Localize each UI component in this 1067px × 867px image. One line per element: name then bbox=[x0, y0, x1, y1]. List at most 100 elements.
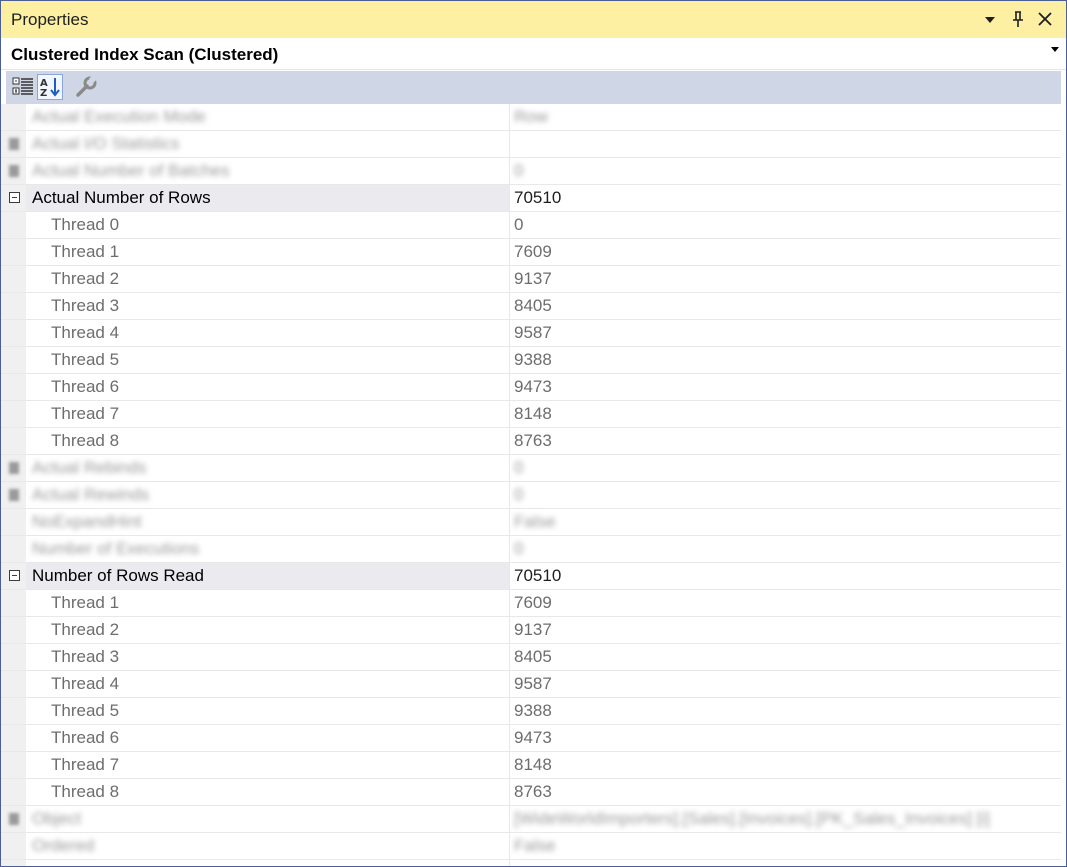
property-subrow[interactable]: Thread 6 9473 bbox=[1, 374, 1061, 401]
property-value-cell[interactable]: 9388 bbox=[511, 698, 1061, 724]
property-subrow[interactable]: Thread 6 9473 bbox=[1, 725, 1061, 752]
property-name-cell[interactable]: Number of Executions bbox=[26, 536, 509, 562]
property-value-cell[interactable]: 70510 bbox=[511, 185, 1061, 211]
collapse-icon[interactable] bbox=[9, 570, 20, 581]
object-selector-dropdown-icon[interactable] bbox=[1050, 44, 1060, 57]
property-row[interactable]: Actual Execution Mode Row bbox=[1, 104, 1061, 131]
property-name-cell[interactable]: Thread 3 bbox=[26, 293, 509, 319]
property-value-cell[interactable]: 9473 bbox=[511, 374, 1061, 400]
property-value-cell[interactable]: 9587 bbox=[511, 320, 1061, 346]
property-value-cell[interactable]: 0 bbox=[511, 158, 1061, 184]
expand-icon[interactable] bbox=[9, 138, 19, 150]
property-name-cell[interactable]: Actual Number of Rows bbox=[26, 185, 509, 211]
alphabetical-button[interactable]: A Z bbox=[37, 74, 63, 100]
property-value-cell[interactable]: 70510 bbox=[511, 563, 1061, 589]
property-name-cell[interactable]: Number of Rows Read bbox=[26, 563, 509, 589]
property-value-cell[interactable]: False bbox=[511, 509, 1061, 535]
property-value-cell[interactable]: 8405 bbox=[511, 293, 1061, 319]
property-value-cell[interactable]: 7609 bbox=[511, 239, 1061, 265]
property-name-cell[interactable]: Actual Number of Batches bbox=[26, 158, 509, 184]
property-name-cell[interactable]: Actual Rewinds bbox=[26, 482, 509, 508]
property-value-cell[interactable]: 9137 bbox=[511, 266, 1061, 292]
property-name-cell[interactable]: Thread 4 bbox=[26, 671, 509, 697]
property-subrow[interactable]: Thread 5 9388 bbox=[1, 347, 1061, 374]
property-name-cell[interactable]: Thread 5 bbox=[26, 698, 509, 724]
property-subrow[interactable]: Thread 2 9137 bbox=[1, 617, 1061, 644]
property-value-cell[interactable]: [WideWorldImporters].[Sales].[Invoices].… bbox=[511, 806, 1061, 832]
property-name-cell[interactable]: Thread 8 bbox=[26, 428, 509, 454]
close-button[interactable] bbox=[1033, 7, 1057, 31]
property-row[interactable]: Actual I/O Statistics bbox=[1, 131, 1061, 158]
property-name-cell[interactable]: Thread 7 bbox=[26, 401, 509, 427]
property-name-cell[interactable]: Thread 4 bbox=[26, 320, 509, 346]
property-value-cell[interactable]: 0 bbox=[511, 212, 1061, 238]
property-value-cell[interactable]: 8405 bbox=[511, 644, 1061, 670]
property-value-cell[interactable]: 7609 bbox=[511, 590, 1061, 616]
property-subrow[interactable]: Thread 3 8405 bbox=[1, 644, 1061, 671]
property-subrow[interactable]: Thread 1 7609 bbox=[1, 590, 1061, 617]
window-position-dropdown-button[interactable] bbox=[978, 7, 1002, 31]
property-row[interactable]: NoExpandHint False bbox=[1, 509, 1061, 536]
expand-icon[interactable] bbox=[9, 489, 19, 501]
property-value-cell[interactable]: 8148 bbox=[511, 401, 1061, 427]
property-value-cell[interactable]: Row bbox=[511, 104, 1061, 130]
property-name-cell[interactable]: Thread 1 bbox=[26, 239, 509, 265]
property-name-cell[interactable]: Actual Rebinds bbox=[26, 455, 509, 481]
property-name-cell[interactable]: Thread 5 bbox=[26, 347, 509, 373]
property-value-cell[interactable]: 8148 bbox=[511, 752, 1061, 778]
property-pages-button[interactable] bbox=[72, 74, 98, 100]
property-subrow[interactable]: Thread 8 8763 bbox=[1, 428, 1061, 455]
property-subrow[interactable]: Thread 5 9388 bbox=[1, 698, 1061, 725]
property-name-cell[interactable]: Thread 6 bbox=[26, 374, 509, 400]
object-selector[interactable]: Clustered Index Scan (Clustered) bbox=[1, 38, 1066, 70]
property-subrow[interactable]: Thread 1 7609 bbox=[1, 239, 1061, 266]
expand-icon[interactable] bbox=[9, 813, 19, 825]
property-row[interactable]: Object [WideWorldImporters].[Sales].[Invo… bbox=[1, 806, 1061, 833]
collapse-icon[interactable] bbox=[9, 192, 20, 203]
property-name-cell[interactable]: Ordered bbox=[26, 833, 509, 859]
property-row[interactable]: Actual Rewinds 0 bbox=[1, 482, 1061, 509]
property-value-cell[interactable]: 9388 bbox=[511, 347, 1061, 373]
property-subrow[interactable]: Thread 8 8763 bbox=[1, 779, 1061, 806]
property-name-cell[interactable]: Thread 2 bbox=[26, 617, 509, 643]
property-name-cell[interactable]: NoExpandHint bbox=[26, 509, 509, 535]
property-name-cell[interactable]: Thread 6 bbox=[26, 725, 509, 751]
property-value-cell[interactable]: False bbox=[511, 833, 1061, 859]
property-name-cell[interactable]: Actual Execution Mode bbox=[26, 104, 509, 130]
property-name-cell[interactable]: Thread 7 bbox=[26, 752, 509, 778]
property-name-cell[interactable]: Thread 2 bbox=[26, 266, 509, 292]
property-name-cell[interactable]: Thread 1 bbox=[26, 590, 509, 616]
property-subrow[interactable]: Thread 4 9587 bbox=[1, 320, 1061, 347]
property-name-cell[interactable]: Thread 0 bbox=[26, 212, 509, 238]
property-row[interactable]: Ordered False bbox=[1, 833, 1061, 860]
property-value-cell[interactable]: 8763 bbox=[511, 428, 1061, 454]
pin-button[interactable] bbox=[1006, 7, 1030, 31]
property-row[interactable]: Number of Executions 0 bbox=[1, 536, 1061, 563]
property-subrow[interactable]: Thread 7 8148 bbox=[1, 752, 1061, 779]
property-value-cell[interactable] bbox=[511, 131, 1061, 157]
property-group-row[interactable]: Number of Rows Read 70510 bbox=[1, 563, 1061, 590]
categorized-button[interactable] bbox=[10, 74, 36, 100]
property-value-cell[interactable]: 8763 bbox=[511, 779, 1061, 805]
property-value-cell[interactable]: 0 bbox=[511, 536, 1061, 562]
property-name-cell[interactable]: Thread 3 bbox=[26, 644, 509, 670]
expand-icon[interactable] bbox=[9, 165, 19, 177]
property-subrow[interactable]: Thread 0 0 bbox=[1, 212, 1061, 239]
property-value-cell[interactable]: 0 bbox=[511, 482, 1061, 508]
expand-icon[interactable] bbox=[9, 462, 19, 474]
property-subrow[interactable]: Thread 4 9587 bbox=[1, 671, 1061, 698]
property-value-cell[interactable]: 9473 bbox=[511, 725, 1061, 751]
property-value-cell[interactable]: 9137 bbox=[511, 617, 1061, 643]
property-name-cell[interactable]: Thread 8 bbox=[26, 779, 509, 805]
property-row[interactable]: Actual Number of Batches 0 bbox=[1, 158, 1061, 185]
property-name-cell[interactable]: Actual I/O Statistics bbox=[26, 131, 509, 157]
property-value-cell[interactable]: 0 bbox=[511, 455, 1061, 481]
property-subrow[interactable]: Thread 3 8405 bbox=[1, 293, 1061, 320]
property-subrow[interactable]: Thread 2 9137 bbox=[1, 266, 1061, 293]
vertical-scrollbar[interactable] bbox=[1061, 104, 1066, 866]
property-row[interactable]: Actual Rebinds 0 bbox=[1, 455, 1061, 482]
property-name-cell[interactable]: Object bbox=[26, 806, 509, 832]
property-group-row[interactable]: Actual Number of Rows 70510 bbox=[1, 185, 1061, 212]
property-value-cell[interactable]: 9587 bbox=[511, 671, 1061, 697]
property-subrow[interactable]: Thread 7 8148 bbox=[1, 401, 1061, 428]
